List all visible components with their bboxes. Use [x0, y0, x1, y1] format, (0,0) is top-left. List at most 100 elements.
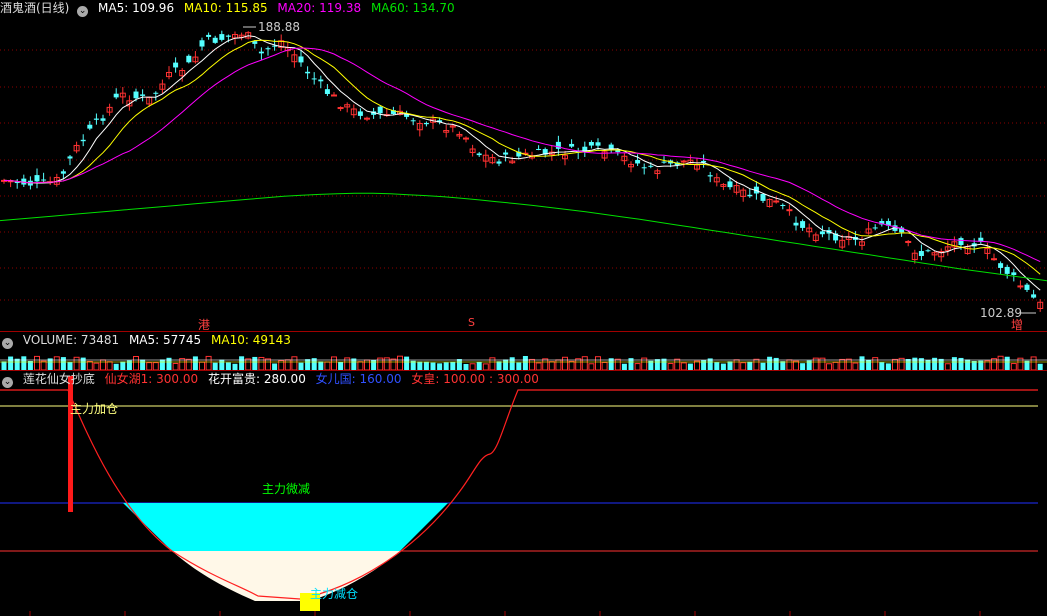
volume-bar	[212, 362, 218, 370]
price-pane[interactable]: 酒鬼酒(日线) ⌄ MA5: 109.96 MA10: 115.85 MA20:…	[0, 0, 1047, 332]
price-candle	[186, 55, 192, 63]
indicator-name: 莲花仙女抄底	[22, 372, 95, 386]
volume-bar	[839, 358, 846, 370]
price-candle	[258, 51, 264, 54]
ma60-value: MA60: 134.70	[370, 1, 455, 15]
volume-bar	[80, 357, 86, 370]
price-candle	[219, 34, 225, 40]
volume-pane[interactable]: ⌄ VOLUME: 73481 MA5: 57745 MA10: 49143	[0, 332, 1047, 370]
volume-bar	[714, 362, 720, 370]
price-candle	[727, 181, 733, 188]
volume-bar	[674, 358, 681, 370]
volume-value: VOLUME: 73481	[22, 333, 120, 347]
ma60-line	[0, 192, 1047, 282]
volume-bar	[727, 361, 733, 370]
volume-bar	[390, 358, 397, 370]
volume-bar	[331, 356, 337, 370]
volume-bar	[93, 362, 100, 370]
indicator-chart[interactable]	[0, 371, 1047, 616]
volume-bar	[733, 359, 740, 370]
volume-bar	[8, 356, 14, 370]
price-candle	[87, 124, 93, 129]
price-candle	[680, 160, 687, 163]
volume-bar	[859, 356, 865, 370]
price-candle	[496, 161, 502, 164]
band-reduce-small	[123, 503, 448, 551]
volume-bar	[298, 362, 304, 370]
indicator-curve	[0, 389, 1038, 600]
price-candle	[536, 148, 542, 150]
price-candle	[1004, 266, 1010, 274]
price-candle	[113, 93, 119, 98]
price-candle	[423, 122, 429, 125]
volume-bar	[34, 355, 40, 370]
volume-bar	[305, 359, 311, 370]
volume-bar	[503, 359, 509, 370]
volume-bar	[146, 362, 153, 370]
volume-bar	[450, 361, 456, 370]
volume-bar	[73, 356, 80, 370]
ma10-value: MA10: 115.85	[183, 1, 268, 15]
price-candle	[133, 91, 139, 99]
volume-bar	[542, 358, 549, 370]
volume-ma5: MA5: 57745	[128, 333, 202, 347]
price-candle	[641, 167, 647, 169]
volume-bar	[595, 356, 601, 370]
volume-bar	[780, 361, 786, 370]
chevron-circle-icon[interactable]: ⌄	[2, 338, 13, 349]
volume-bar	[555, 359, 562, 370]
marker-s: S	[468, 316, 475, 329]
price-candle	[1017, 285, 1024, 288]
volume-bar	[456, 359, 462, 370]
price-candle	[34, 175, 40, 182]
price-candle	[958, 238, 964, 246]
price-candle	[364, 117, 370, 120]
volume-bar	[291, 356, 298, 370]
price-candle	[140, 94, 146, 96]
volume-bar	[159, 359, 165, 370]
price-candle	[67, 156, 73, 159]
price-candle	[760, 193, 766, 201]
volume-bar	[753, 358, 760, 370]
price-candle	[173, 62, 179, 68]
price-candle	[153, 92, 159, 94]
price-candle	[298, 56, 304, 63]
volume-bar	[852, 362, 859, 370]
high-price-label: 188.88	[258, 20, 300, 34]
signal-bar-add	[68, 376, 73, 512]
volume-bar	[767, 356, 773, 370]
volume-bar	[496, 361, 502, 370]
volume-bar	[67, 362, 73, 370]
price-candle	[503, 152, 509, 155]
ma5-value: MA5: 109.96	[98, 1, 175, 15]
price-candle	[793, 222, 799, 226]
volume-bar	[120, 361, 126, 370]
price-candle	[595, 142, 601, 146]
volume-bar	[324, 361, 331, 370]
volume-bar	[522, 356, 528, 370]
volume-bar	[225, 362, 231, 370]
volume-bar	[100, 359, 106, 370]
chevron-circle-icon[interactable]: ⌄	[77, 6, 89, 17]
price-candle	[377, 106, 383, 114]
volume-bar	[86, 360, 93, 370]
volume-bar	[245, 358, 252, 370]
xian-nv-hu-value: 仙女湖1: 300.00	[104, 372, 199, 386]
volume-bar	[614, 358, 621, 370]
price-candle	[800, 221, 806, 228]
indicator-pane[interactable]: ⌄ 莲花仙女抄底 仙女湖1: 300.00 花开富贵: 280.00 女儿国: …	[0, 371, 1047, 616]
nv-er-guo-value: 女儿国: 160.00	[315, 372, 402, 386]
label-main-reduce: 主力减仓	[310, 587, 359, 601]
chevron-circle-icon[interactable]: ⌄	[2, 377, 13, 388]
volume-bar	[205, 355, 212, 370]
volume-bar	[516, 362, 522, 370]
band-reduce	[172, 551, 400, 601]
price-candle	[93, 118, 99, 120]
volume-bar	[872, 357, 879, 370]
price-candle	[1031, 294, 1037, 298]
price-chart[interactable]	[0, 0, 1047, 331]
price-candle	[305, 71, 311, 74]
price-candle	[905, 240, 912, 243]
price-candle	[701, 160, 707, 163]
price-candle	[707, 175, 713, 177]
